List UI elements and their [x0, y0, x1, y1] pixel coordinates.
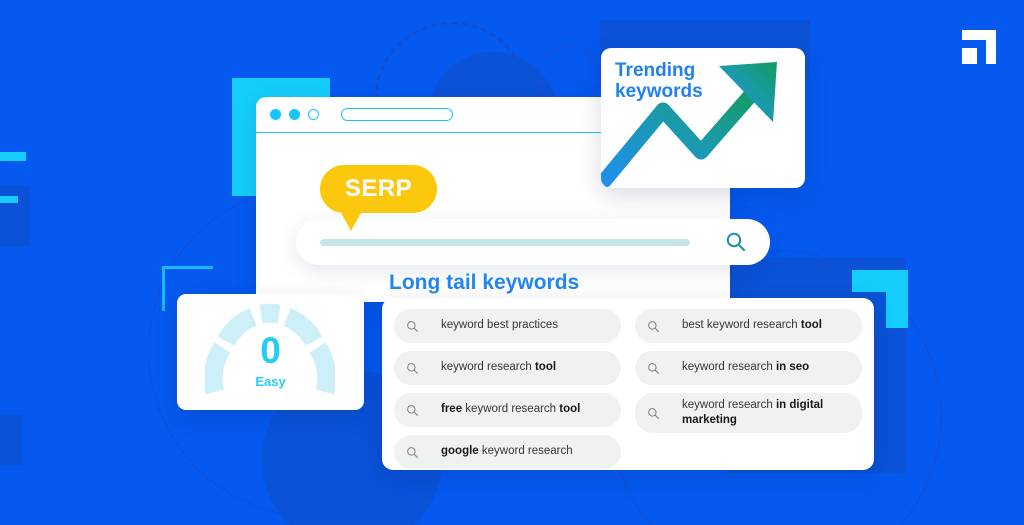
window-dot-1[interactable]	[270, 109, 281, 120]
search-icon	[407, 446, 418, 458]
difficulty-score: 0	[260, 330, 281, 371]
keyword-suggestion-text: keyword best practices	[441, 319, 558, 332]
trending-title-line2: keywords	[615, 81, 703, 103]
keyword-suggestion-text: google keyword research	[441, 445, 573, 458]
trending-keywords-title: Trending keywords	[615, 60, 727, 103]
trending-keywords-card: Trending keywords	[601, 48, 805, 188]
search-icon	[648, 320, 659, 332]
decor-blue-strip-left	[0, 186, 30, 246]
search-icon	[407, 362, 418, 374]
keyword-suggestion-row[interactable]: keyword research in digital marketing	[635, 393, 862, 434]
search-icon	[648, 362, 659, 374]
serp-badge: SERP	[320, 165, 437, 231]
difficulty-label: Easy	[255, 374, 286, 389]
keyword-suggestion-row[interactable]: google keyword research	[394, 435, 621, 469]
window-dot-3[interactable]	[308, 109, 319, 120]
keyword-suggestion-text: keyword research in seo	[682, 361, 810, 374]
search-icon	[648, 407, 659, 419]
keyword-suggestion-text: best keyword research tool	[682, 319, 822, 332]
keyword-suggestion-row[interactable]: keyword research in seo	[635, 351, 862, 385]
keyword-column-left: keyword best practices keyword research t…	[394, 309, 621, 469]
keyword-suggestion-row[interactable]: keyword best practices	[394, 309, 621, 343]
keyword-suggestion-text: keyword research in digital marketing	[682, 399, 824, 427]
decor-blue-strip-bottomleft	[0, 415, 22, 465]
search-bar[interactable]	[296, 219, 770, 265]
keyword-difficulty-card: 0 Easy	[177, 294, 364, 410]
trending-title-line1: Trending	[615, 60, 696, 81]
page-title: Long tail keywords	[389, 271, 580, 294]
decor-cyan-strip-left2	[0, 196, 18, 203]
keyword-suggestions-card: keyword best practices keyword research t…	[382, 298, 874, 470]
search-icon	[407, 404, 418, 416]
search-icon[interactable]	[724, 230, 748, 254]
decor-cyan-strip-left	[0, 152, 26, 161]
keyword-suggestion-text: free keyword research tool	[441, 403, 581, 416]
brand-logo-icon	[962, 30, 996, 64]
keyword-suggestion-text: keyword research tool	[441, 361, 557, 374]
window-dot-2[interactable]	[289, 109, 300, 120]
browser-url-bar[interactable]	[341, 108, 453, 121]
keyword-suggestion-row[interactable]: best keyword research tool	[635, 309, 862, 343]
search-input[interactable]	[320, 238, 690, 246]
serp-badge-label: SERP	[344, 175, 413, 202]
keyword-suggestion-row[interactable]: keyword research tool	[394, 351, 621, 385]
keyword-column-right: best keyword research tool keyword resear…	[635, 309, 862, 459]
keyword-suggestion-row[interactable]: free keyword research tool	[394, 393, 621, 427]
illustration-canvas: SERP Trending keywords 0 Easy Long tail …	[0, 0, 1024, 525]
search-icon	[407, 320, 418, 332]
